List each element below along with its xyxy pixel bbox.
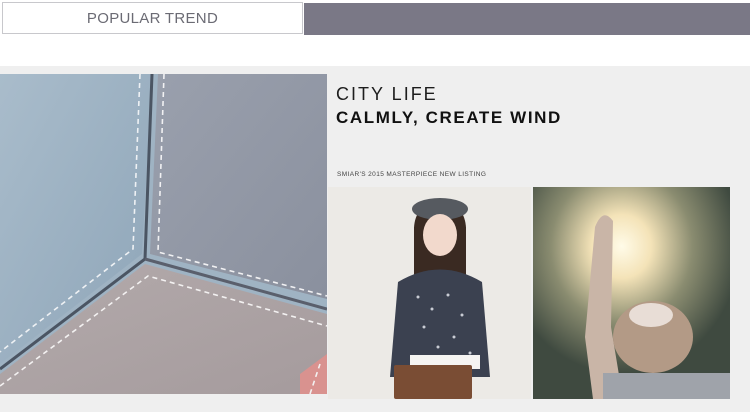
popular-trend-tab[interactable]: POPULAR TREND — [2, 2, 303, 34]
sunlight-photo — [533, 187, 730, 399]
section-header: POPULAR TREND — [0, 0, 750, 40]
model-photo — [328, 187, 531, 399]
promo-listing-caption: SMIAR'S 2015 MASTERPIECE NEW LISTING — [337, 171, 487, 178]
header-accent-bar — [304, 3, 750, 35]
promo-title: CITY LIFE — [336, 84, 438, 104]
promo-subtitle: CALMLY, CREATE WIND — [336, 108, 562, 127]
leather-texture-image — [0, 74, 327, 394]
popular-trend-label: POPULAR TREND — [86, 9, 219, 27]
